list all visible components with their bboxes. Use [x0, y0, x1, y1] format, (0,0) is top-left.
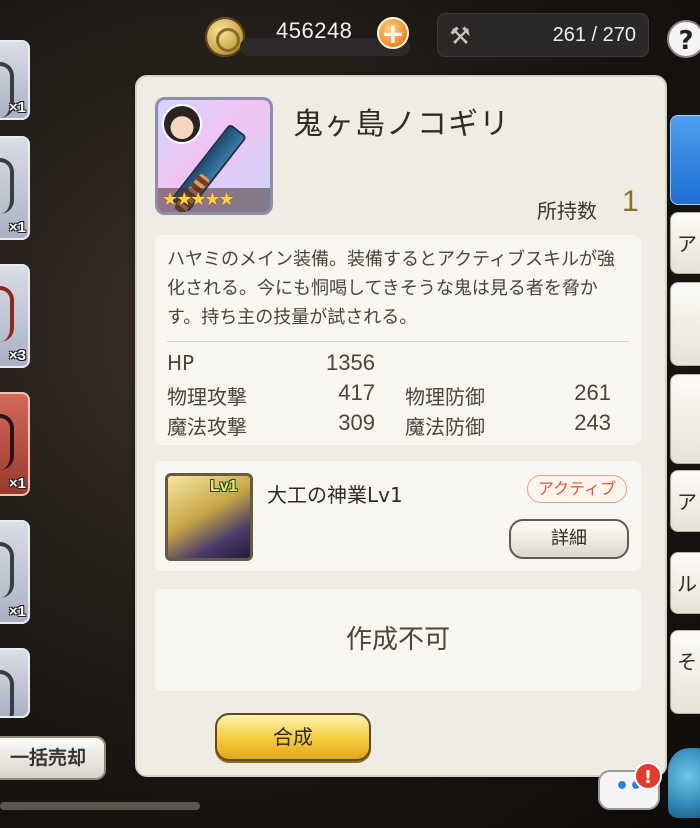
item-name: 鬼ヶ島ノコギリ: [293, 107, 510, 142]
list-item[interactable]: [0, 648, 30, 718]
skill-type-badge: アクティブ: [527, 475, 627, 503]
equipment-thumbnail-icon: [0, 670, 14, 716]
gil-coin-icon: [205, 17, 245, 57]
rarity-stars: ★★★★★: [158, 188, 270, 212]
hp-value: 1356: [326, 350, 375, 375]
equipment-thumbnail-icon: [0, 414, 14, 470]
list-item[interactable]: ×1: [0, 136, 30, 240]
list-scrollbar[interactable]: [0, 802, 200, 810]
item-quantity: ×1: [8, 219, 26, 236]
alert-badge: !: [634, 762, 662, 790]
magic-attack-label: 魔法攻撃: [167, 415, 247, 439]
item-quantity: ×1: [8, 99, 26, 116]
skill-name: 大工の神業Lv1: [267, 483, 403, 507]
description-box: ハヤミのメイン装備。装備するとアクティブスキルが強化される。今にも恫喝してきそう…: [155, 235, 641, 445]
item-quantity: ×1: [8, 475, 26, 492]
owned-count-value: 1: [622, 185, 639, 218]
side-tab-5[interactable]: ル: [670, 552, 700, 614]
physical-defense-value: 261: [574, 380, 611, 405]
hp-label: HP: [167, 351, 195, 375]
physical-attack-value: 417: [338, 380, 375, 405]
inventory-counter: ⚒ 261 / 270: [437, 13, 649, 57]
mascot-icon[interactable]: [668, 748, 700, 818]
side-tab-1[interactable]: ア: [670, 212, 700, 274]
list-item[interactable]: ×1: [0, 40, 30, 120]
character-portrait-icon: [162, 104, 202, 144]
add-gil-button[interactable]: +: [377, 17, 409, 49]
item-image: ★★★★★: [155, 97, 273, 215]
side-tab-6[interactable]: そ: [670, 630, 700, 714]
top-bar: 456248 + ⚒ 261 / 270 ?: [0, 0, 700, 70]
skill-box: Lv1 大工の神業Lv1 アクティブ 詳細: [155, 461, 641, 571]
gil-value: 456248: [276, 18, 353, 43]
magic-defense-label: 魔法防御: [405, 415, 485, 439]
inventory-value: 261 / 270: [552, 24, 636, 46]
item-detail-panel: ★★★★★ 鬼ヶ島ノコギリ 所持数 1 ハヤミのメイン装備。装備するとアクティブ…: [135, 75, 667, 777]
side-tab-0[interactable]: [670, 115, 700, 205]
equipment-thumbnail-icon: [0, 542, 14, 598]
skill-level-badge: Lv1: [210, 478, 238, 495]
item-description: ハヤミのメイン装備。装備するとアクティブスキルが強化される。今にも恫喝してきそう…: [167, 249, 616, 328]
magic-attack-value: 309: [338, 410, 375, 435]
side-tab-4[interactable]: ア: [670, 470, 700, 532]
skill-detail-button[interactable]: 詳細: [509, 519, 629, 559]
equipment-thumbnail-icon: [0, 158, 14, 214]
item-quantity: ×3: [8, 347, 26, 364]
divider: [167, 341, 629, 342]
item-quantity: ×1: [8, 603, 26, 620]
magic-defense-value: 243: [574, 410, 611, 435]
physical-defense-label: 物理防御: [405, 385, 485, 409]
side-tab-3[interactable]: [670, 374, 700, 464]
hammer-icon: ⚒: [449, 22, 471, 50]
compose-button[interactable]: 合成: [215, 713, 371, 761]
side-tab-2[interactable]: [670, 282, 700, 366]
craft-status-box: 作成不可: [155, 589, 641, 691]
list-item[interactable]: ×1: [0, 520, 30, 624]
list-item[interactable]: ×3: [0, 264, 30, 368]
owned-count-label: 所持数: [537, 199, 597, 223]
craft-status: 作成不可: [345, 625, 450, 655]
list-item[interactable]: ×1: [0, 392, 30, 496]
equipment-thumbnail-icon: [0, 286, 14, 342]
bulk-sell-button[interactable]: 一括売却: [0, 736, 106, 780]
help-button[interactable]: ?: [667, 20, 700, 58]
skill-icon: Lv1: [165, 473, 253, 561]
physical-attack-label: 物理攻撃: [167, 385, 247, 409]
